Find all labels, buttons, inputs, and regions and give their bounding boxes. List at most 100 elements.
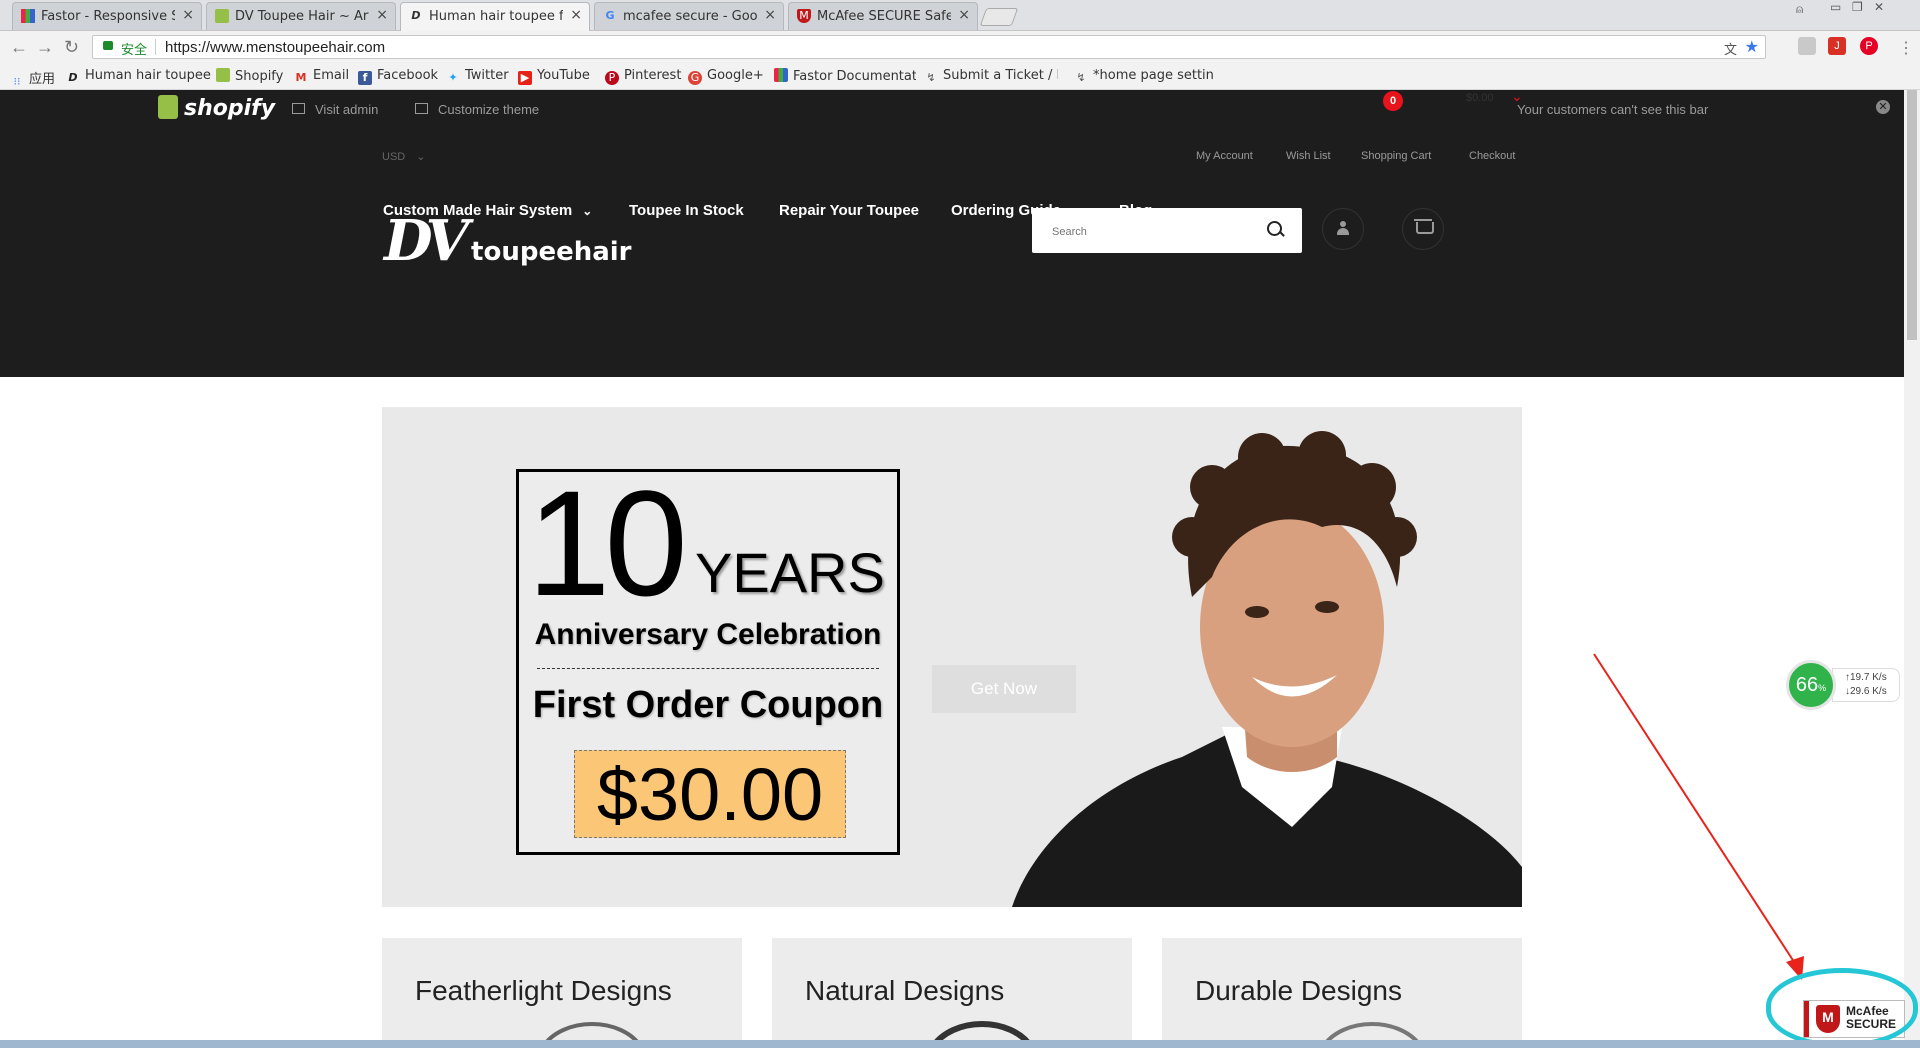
chevron-down-icon: ⌄ [1071,204,1082,218]
back-icon[interactable]: ← [10,37,28,58]
account-button[interactable] [1322,208,1364,250]
new-tab-button[interactable] [979,8,1019,26]
search-input[interactable] [1050,208,1264,255]
bookmark-item[interactable]: G Google+ [688,68,764,85]
shopify-icon [215,9,229,23]
search-icon[interactable] [1267,221,1282,236]
close-tab-icon[interactable]: × [182,7,194,23]
shopify-admin-bar: shopify Visit admin Customize theme Your… [0,90,1904,130]
close-tab-icon[interactable]: × [376,7,388,23]
close-icon[interactable]: ✕ [1876,100,1890,114]
bookmark-item[interactable]: D Human hair toupee [66,68,210,85]
hero-banner[interactable]: 10 YEARS Anniversary Celebration First O… [382,407,1522,907]
wish-list-link[interactable]: Wish List [1286,150,1331,162]
menu-repair-your-toupee[interactable]: Repair Your Toupee [779,202,919,219]
bookmark-item[interactable]: ✦ Twitter [446,68,508,85]
browser-tab-active[interactable]: D Human hair toupee for × [400,2,590,31]
mcafee-icon: M [797,9,811,23]
browser-tab[interactable]: G mcafee secure - Googl × [594,2,784,30]
bookmark-item[interactable]: ↯Submit a Ticket / Rc [924,68,1058,85]
model-photo [1012,431,1522,907]
divider [537,668,879,669]
shopify-logo[interactable]: shopify [158,95,275,121]
bookmark-item[interactable]: Fastor Documentati [774,68,916,84]
twitter-icon: ✦ [448,71,458,84]
gmail-icon: M [295,71,307,84]
security-label: 安全 [121,43,148,58]
feature-card[interactable]: Featherlight Designs [382,938,742,1048]
browser-toolbar: ← → ↻ 安全 https://www.menstoupeehair.com … [0,31,1920,63]
chevron-down-icon: ⌄ [582,204,593,218]
youtube-icon: ▶ [518,71,532,85]
extension-pinterest-icon[interactable]: P [1860,37,1878,55]
coupon-box: 10 YEARS Anniversary Celebration First O… [516,459,900,855]
years-label: YEARS [695,541,885,604]
chevron-down-icon[interactable]: ⌄ [1511,88,1523,105]
window-icon [415,103,428,114]
close-tab-icon[interactable]: × [570,7,582,23]
bookmark-star-icon[interactable]: ★ [1745,37,1759,57]
page-scrollbar[interactable] [1904,90,1920,1040]
cart-button[interactable] [1402,208,1444,250]
profile-icon[interactable]: ⍝ [1796,2,1803,17]
browser-tab-bar: Fastor - Responsive Sh × DV Toupee Hair … [0,0,1920,31]
bookmark-item[interactable]: M Email [294,68,350,85]
browser-tab[interactable]: Fastor - Responsive Sh × [12,2,202,30]
window-icon [292,103,305,114]
translate-icon[interactable]: 文 [1724,39,1737,58]
close-tab-icon[interactable]: × [764,7,776,23]
pinterest-icon: P [605,71,619,85]
menu-ordering-guide[interactable]: Ordering Guide ⌄ [951,202,1081,219]
close-tab-icon[interactable]: × [958,7,970,23]
bookmark-item[interactable]: Shopify [216,68,283,84]
user-icon [1337,221,1349,235]
shopping-cart-link[interactable]: Shopping Cart [1361,150,1431,162]
admin-bar-notice: Your customers can't see this bar [1517,102,1709,117]
menu-blog[interactable]: Blog [1119,202,1152,219]
coupon-amount: $30.00 [574,750,846,838]
bookmark-item[interactable]: ▶ YouTube [518,68,590,85]
speed-readout: ↑19.7 K/s ↓29.6 K/s [1832,668,1900,702]
address-bar[interactable]: 安全 https://www.menstoupeehair.com 文 ★ [92,35,1766,59]
browser-tab[interactable]: DV Toupee Hair ~ Arti × [206,2,396,30]
ticket-icon: ↯ [1076,71,1086,84]
bookmark-item[interactable]: P Pinterest [605,68,681,85]
forward-icon[interactable]: → [36,37,54,58]
divider [155,39,156,55]
big-number: 10 [527,459,688,627]
customize-theme-link[interactable]: Customize theme [415,102,539,117]
scrollbar-thumb[interactable] [1907,90,1917,340]
menu-custom-made-hair-system[interactable]: Custom Made Hair System ⌄ [383,202,592,219]
basket-icon [1414,219,1434,234]
menu-toupee-in-stock[interactable]: Toupee In Stock [629,202,744,219]
restore-icon[interactable]: ❐ [1852,0,1863,14]
bookmark-item[interactable]: ↯ *home page setting [1074,68,1214,85]
reload-icon[interactable]: ↻ [64,37,79,58]
shopify-bag-icon [158,95,178,119]
browser-tab[interactable]: M McAfee SECURE Safe B × [788,2,978,30]
annotation-highlight-ellipse [1766,968,1918,1048]
visit-admin-link[interactable]: Visit admin [292,102,378,117]
feature-card[interactable]: Durable Designs [1162,938,1522,1048]
fastor-icon [774,68,788,82]
bookmark-apps[interactable]: ⁝⁝ 应用 [10,68,56,89]
chrome-menu-icon[interactable]: ⋮ [1898,38,1914,58]
feature-card[interactable]: Natural Designs [772,938,1132,1048]
googleplus-icon: G [688,71,702,85]
fastor-icon [21,9,35,23]
close-window-icon[interactable]: ✕ [1874,0,1884,14]
url-text[interactable]: https://www.menstoupeehair.com [165,39,385,56]
currency-selector[interactable]: USD ⌄ [382,150,426,163]
upload-speed: ↑19.7 K/s [1845,672,1887,683]
extension-pdf-icon[interactable]: J [1828,37,1846,55]
shopify-icon [216,68,230,82]
bookmark-item[interactable]: f Facebook [358,68,438,85]
extension-puzzle-icon[interactable] [1798,37,1816,55]
feature-title: Durable Designs [1195,975,1402,1006]
cart-total[interactable]: $0.00 [1466,92,1494,104]
download-speed: ↓29.6 K/s [1845,686,1887,697]
minimize-icon[interactable]: ▭ [1830,0,1841,14]
my-account-link[interactable]: My Account [1196,150,1253,162]
checkout-link[interactable]: Checkout [1469,150,1515,162]
dv-icon: D [68,71,78,84]
